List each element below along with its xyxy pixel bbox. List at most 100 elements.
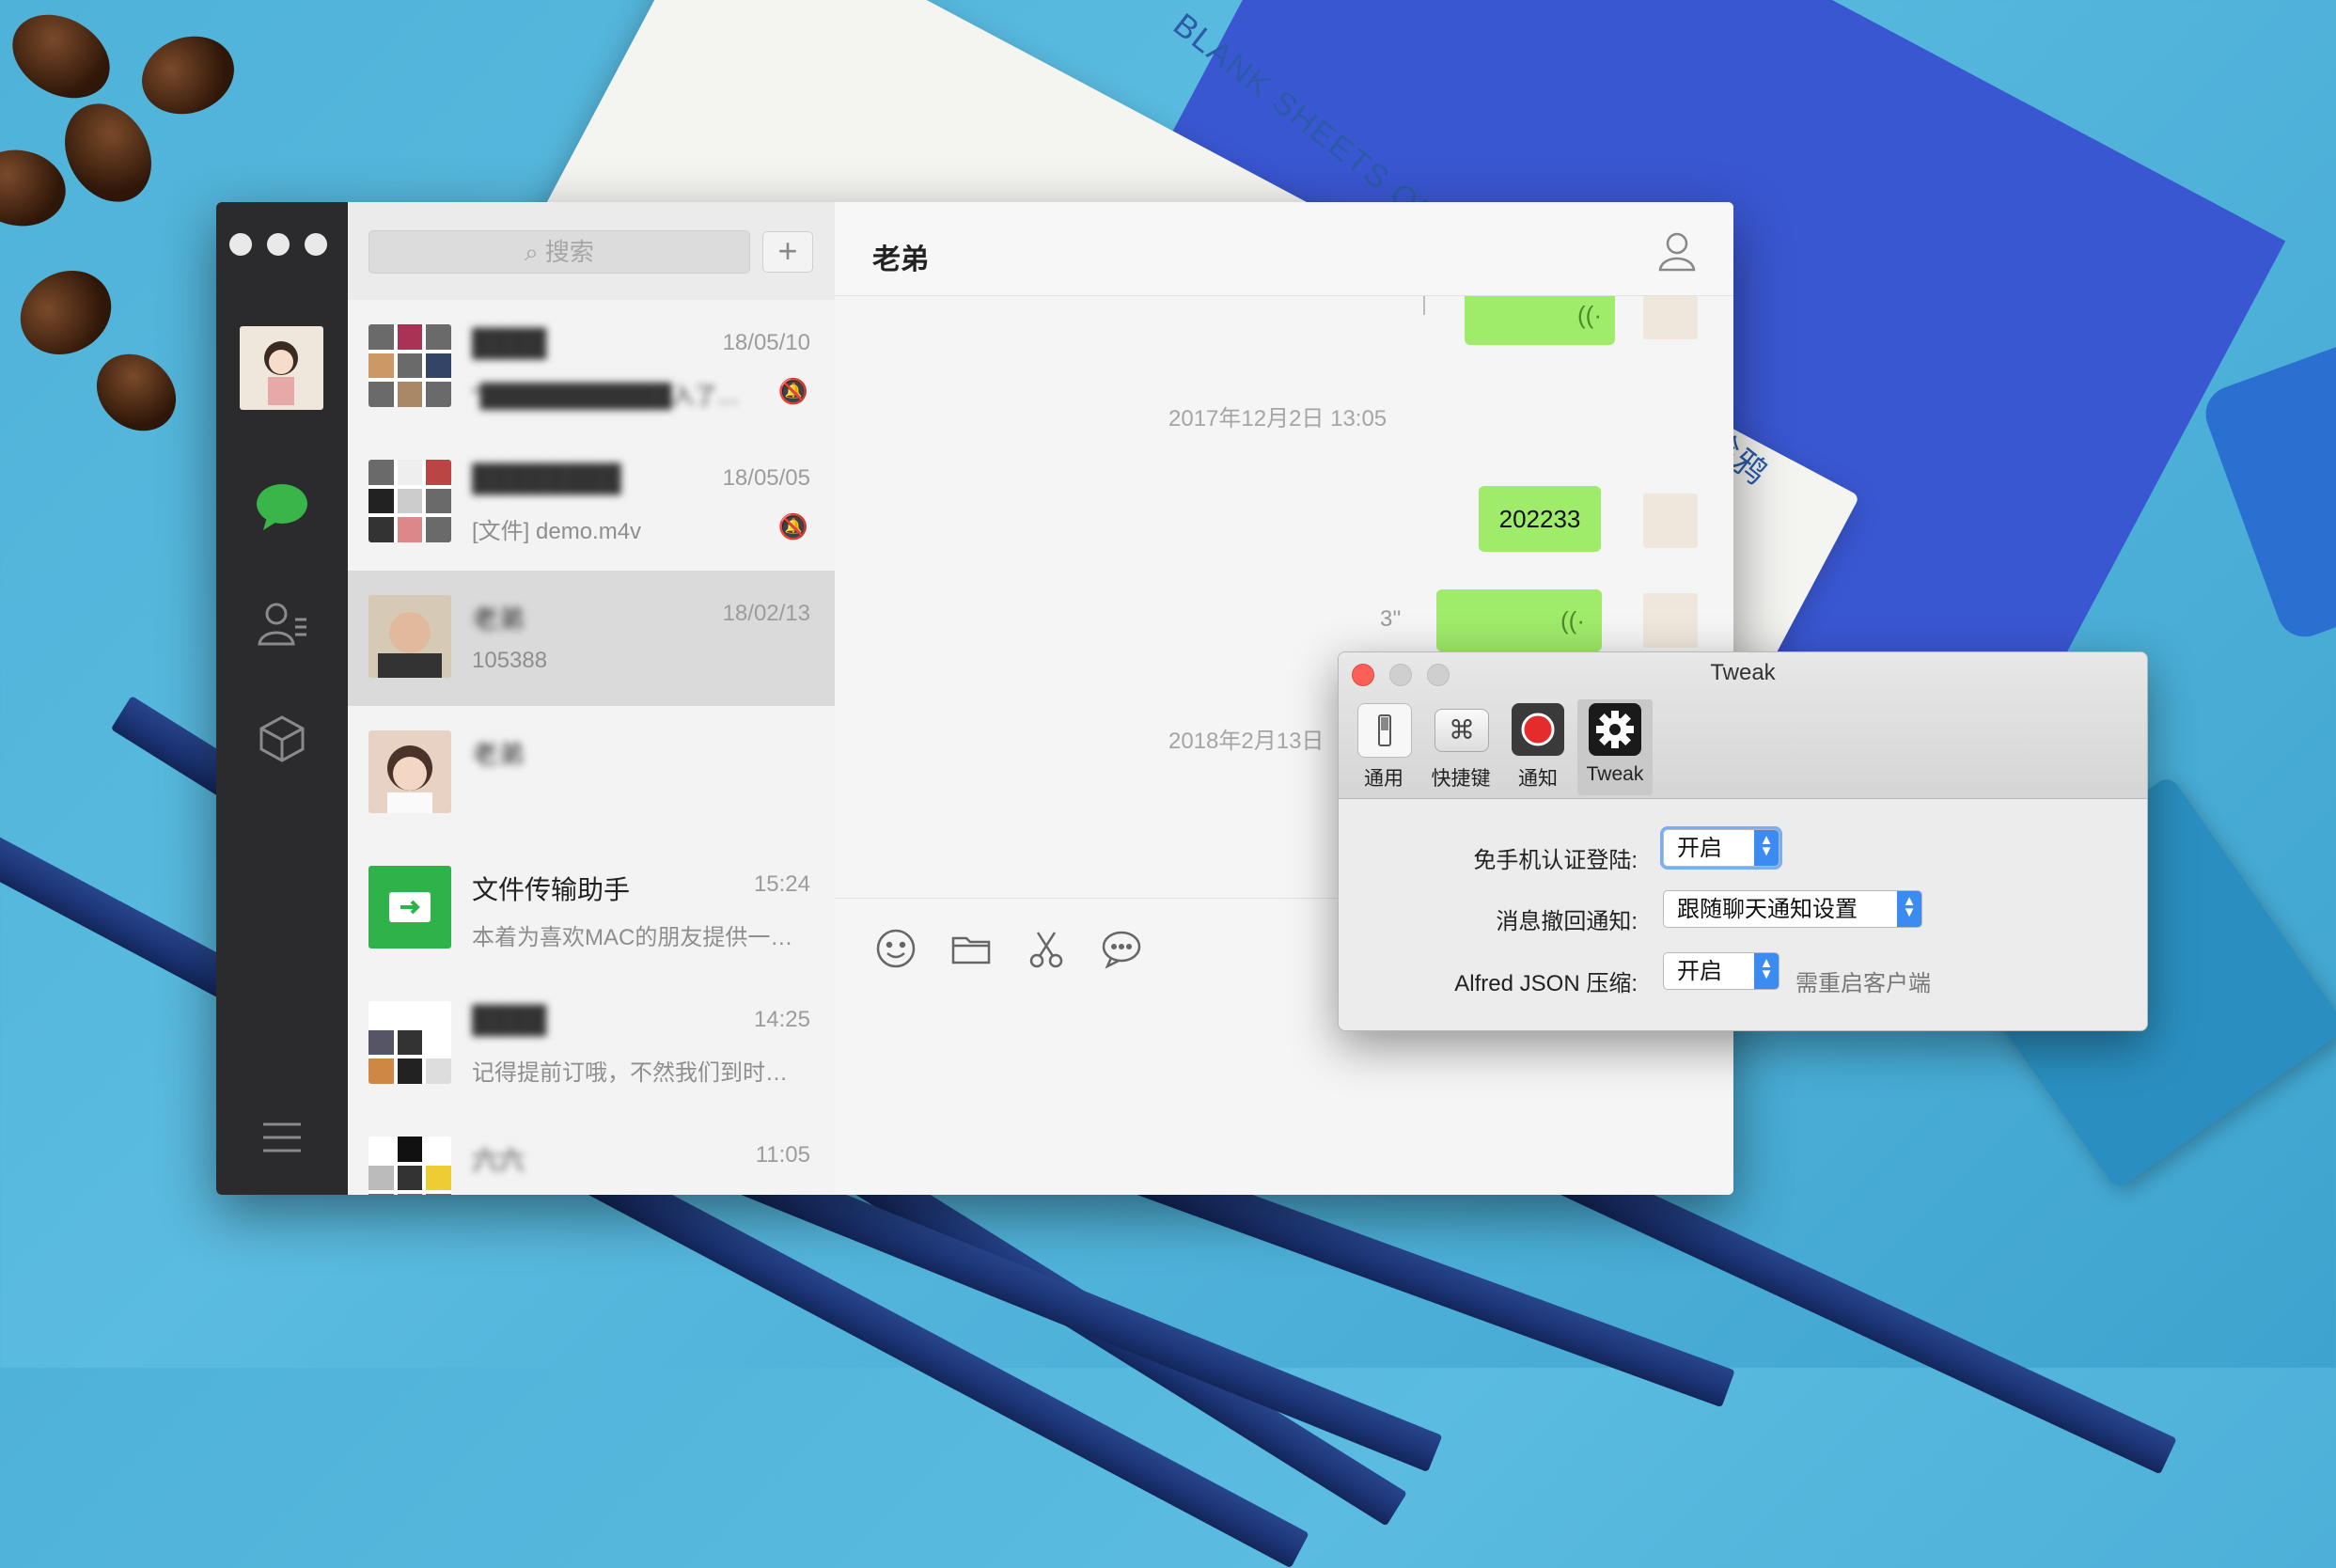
chat-preview: 本着为喜欢MAC的朋友提供一…: [472, 925, 793, 950]
gear-icon: [1589, 703, 1641, 756]
chat-name: 六六: [472, 1146, 525, 1175]
dialog-title: Tweak: [1710, 660, 1776, 685]
chat-preview: [文件] demo.m4v: [472, 519, 642, 544]
setting-label: Alfred JSON 压缩:: [1454, 971, 1638, 996]
chat-time: 11:05: [755, 1142, 810, 1168]
chat-row[interactable]: ████████ 18/05/05 [文件] demo.m4v 🔕: [348, 435, 835, 572]
chat-preview: "████████████入了…: [472, 384, 740, 409]
select-value: 跟随聊天通知设置: [1677, 897, 1858, 922]
group-avatar: [368, 1137, 451, 1195]
coffee-bean: [47, 87, 169, 218]
select-value: 开启: [1677, 959, 1722, 984]
my-avatar-small: [1643, 494, 1698, 548]
tab-tweak[interactable]: Tweak: [1577, 699, 1653, 795]
sidebar: [216, 202, 348, 1195]
voice-duration: 3'': [1380, 606, 1402, 632]
login-without-phone-select[interactable]: 开启 ▲ ▼: [1663, 829, 1779, 867]
group-avatar: [368, 324, 451, 407]
chevron-updown-icon: ▲ ▼: [1897, 891, 1921, 927]
tab-label: 通用: [1364, 768, 1403, 790]
my-avatar-small: [1643, 296, 1698, 339]
file-transfer-icon: [368, 866, 451, 949]
background-blue-object: [2198, 333, 2336, 645]
chat-header: 老弟: [835, 202, 1733, 296]
chat-time: 14:25: [753, 1007, 810, 1032]
chat-time: 18/05/10: [722, 330, 810, 355]
group-avatar: [368, 1001, 451, 1084]
my-avatar-small: [1643, 593, 1698, 648]
coffee-bean: [81, 337, 192, 447]
favorites-icon[interactable]: [254, 710, 310, 766]
text-message-bubble[interactable]: 202233: [1479, 486, 1601, 552]
chat-time: 18/05/05: [722, 465, 810, 491]
folder-icon[interactable]: [948, 925, 995, 972]
emoji-icon[interactable]: [872, 925, 919, 972]
window-close-button[interactable]: [229, 233, 252, 256]
chat-name: ████: [472, 1005, 547, 1034]
tab-notifications[interactable]: 通知: [1500, 699, 1576, 795]
chat-name: 文件传输助手: [472, 875, 631, 904]
tab-general[interactable]: 通用: [1346, 699, 1421, 795]
chat-row[interactable]: 老弟: [348, 706, 835, 842]
chat-preview: 记得提前订哦，不然我们到时…: [472, 1060, 788, 1086]
contacts-icon[interactable]: [254, 595, 310, 651]
contact-avatar: [368, 730, 451, 813]
voice-message-bubble[interactable]: ((·: [1436, 589, 1602, 651]
chat-info-icon[interactable]: [1658, 230, 1696, 272]
switch-icon: [1357, 703, 1412, 758]
chat-time: 18/02/13: [722, 601, 810, 626]
chat-list: ⌕ 搜索 + ████ 18/05/10 "████████████入了… 🔕 …: [348, 202, 836, 1195]
chat-row[interactable]: ████ 14:25 记得提前订哦，不然我们到时…: [348, 977, 835, 1113]
coffee-bean: [131, 24, 245, 127]
chat-bubble-icon[interactable]: [1098, 925, 1145, 972]
coffee-bean: [0, 142, 72, 234]
setting-label: 免手机认证登陆:: [1473, 848, 1638, 873]
coffee-bean: [5, 254, 127, 371]
chat-name: 老弟: [472, 604, 525, 634]
window-zoom-button[interactable]: [305, 233, 327, 256]
window-minimize-button[interactable]: [267, 233, 290, 256]
tab-label: 通知: [1518, 768, 1558, 790]
chat-row[interactable]: ████ 18/05/10 "████████████入了… 🔕: [348, 300, 835, 436]
my-avatar[interactable]: [240, 326, 323, 410]
chevron-updown-icon: ▲ ▼: [1754, 830, 1779, 866]
voice-duration-tick: [1423, 296, 1425, 315]
voice-message-bubble[interactable]: ((·: [1465, 296, 1615, 345]
chat-time: 15:24: [753, 871, 810, 897]
search-icon: ⌕: [525, 238, 545, 266]
chat-name: ████████: [472, 463, 621, 493]
search-placeholder: 搜索: [544, 238, 594, 266]
alfred-json-compress-select[interactable]: 开启 ▲ ▼: [1663, 952, 1779, 990]
search-input[interactable]: ⌕ 搜索: [368, 230, 750, 274]
mute-bell-icon: 🔕: [777, 512, 808, 541]
chat-row[interactable]: 六六 11:05: [348, 1112, 835, 1195]
contact-avatar: [368, 595, 451, 678]
chat-row-selected[interactable]: 老弟 18/02/13 105388: [348, 571, 835, 707]
chat-row[interactable]: 文件传输助手 15:24 本着为喜欢MAC的朋友提供一…: [348, 841, 835, 978]
tab-label: 快捷键: [1431, 768, 1491, 790]
timestamp: 2018年2月13日: [1168, 729, 1325, 754]
chat-preview: 105388: [472, 648, 548, 673]
command-icon: ⌘: [1435, 709, 1489, 752]
restart-hint: 需重启客户端: [1795, 971, 1931, 996]
select-value: 开启: [1677, 836, 1722, 861]
chat-name: 老弟: [472, 740, 525, 769]
chat-name: ████: [472, 328, 547, 357]
chat-title: 老弟: [872, 244, 929, 275]
tab-label: Tweak: [1586, 763, 1644, 785]
tweak-preferences-window: Tweak 通用 ⌘ 快捷键 通知 Tweak 免手机认证登陆: 开启 ▲▼: [1338, 651, 2148, 1031]
scissors-icon[interactable]: [1023, 925, 1070, 972]
group-avatar: [368, 460, 451, 542]
add-chat-button[interactable]: +: [762, 231, 813, 273]
chat-icon[interactable]: [254, 479, 310, 536]
setting-label: 消息撤回通知:: [1496, 909, 1638, 934]
menu-icon[interactable]: [254, 1109, 310, 1166]
record-icon: [1512, 703, 1564, 756]
tab-shortcuts[interactable]: ⌘ 快捷键: [1423, 699, 1498, 795]
coffee-bean: [0, 0, 125, 116]
chevron-updown-icon: ▲ ▼: [1754, 953, 1779, 989]
mute-bell-icon: 🔕: [777, 377, 808, 405]
timestamp: 2017年12月2日 13:05: [1168, 406, 1387, 431]
preferences-toolbar: Tweak 通用 ⌘ 快捷键 通知 Tweak: [1339, 652, 2147, 799]
revoke-notification-select[interactable]: 跟随聊天通知设置 ▲ ▼: [1663, 890, 1922, 928]
